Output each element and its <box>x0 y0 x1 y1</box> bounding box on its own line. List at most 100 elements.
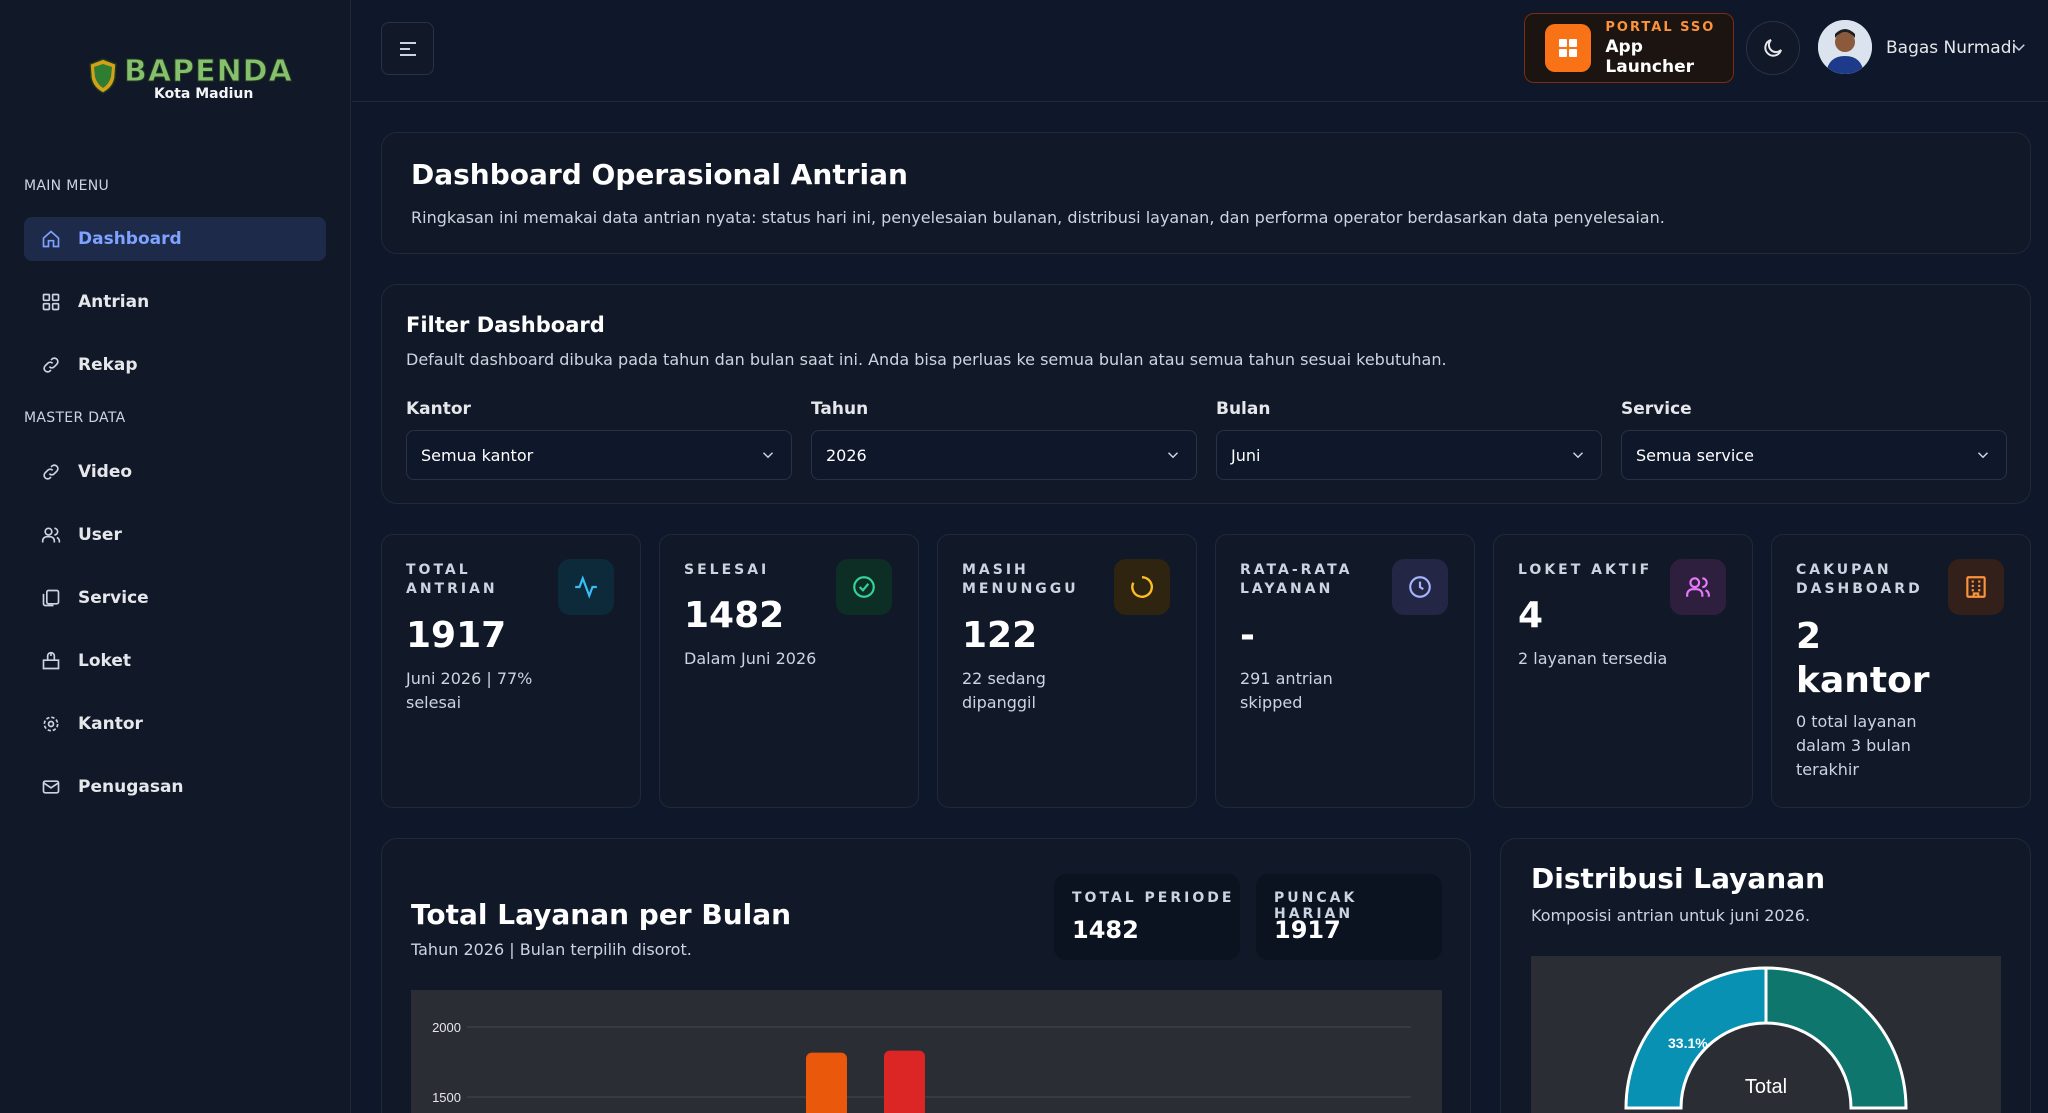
bar <box>884 1050 925 1113</box>
portal-label: PORTAL SSO <box>1605 19 1716 35</box>
sidebar-item-service[interactable]: Service <box>24 576 326 620</box>
sidebar-item-label: Antrian <box>78 292 150 312</box>
stat-note: Dalam Juni 2026 <box>684 649 817 668</box>
stat-card-selesai: SELESAI 1482 Dalam Juni 2026 <box>659 534 919 808</box>
clock-icon <box>1392 559 1448 615</box>
select-value: 2026 <box>826 445 867 465</box>
bar <box>806 1052 847 1113</box>
filter-subtitle: Default dashboard dibuka pada tahun dan … <box>406 350 1447 369</box>
stat-note: 291 antrian skipped <box>1240 669 1333 712</box>
select-value: Semua service <box>1636 445 1754 465</box>
sidebar-item-label: Penugasan <box>78 777 184 797</box>
sidebar-item-video[interactable]: Video <box>24 450 326 494</box>
menu-toggle-button[interactable] <box>381 22 434 75</box>
chevron-down-icon <box>762 452 774 459</box>
sidebar-item-loket[interactable]: Loket <box>24 639 326 683</box>
filter-title: Filter Dashboard <box>406 313 605 337</box>
stat-note: Juni 2026 | 77% selesai <box>406 669 533 712</box>
donut-svg: 33.1% Total <box>1624 966 1908 1110</box>
building-icon <box>1948 559 2004 615</box>
stat-value: 122 <box>962 615 1038 656</box>
sidebar-item-kantor[interactable]: Kantor <box>24 702 326 746</box>
sidebar-item-label: User <box>78 525 122 545</box>
stat-label: LOKET AKTIF <box>1518 562 1653 578</box>
sidebar-item-label: Loket <box>78 651 132 671</box>
sidebar-item-rekap[interactable]: Rekap <box>24 343 326 387</box>
distribution-donut-chart: 33.1% Total <box>1531 956 2001 1113</box>
sidebar-item-label: Kantor <box>78 714 143 734</box>
stat-label: TOTAL ANTRIAN <box>406 562 498 597</box>
sidebar: BAPENDA Kota Madiun MAIN MENU Dashboard … <box>0 0 351 1113</box>
stat-card-cakupan-dashboard: CAKUPAN DASHBOARD 2 kantor 0 total layan… <box>1771 534 2031 808</box>
y-tick-label: 2000 <box>432 1020 461 1035</box>
service-select[interactable]: Semua service <box>1621 430 2007 480</box>
chart-title: Total Layanan per Bulan <box>411 898 792 931</box>
stat-value: - <box>1240 615 1255 656</box>
sidebar-item-label: Dashboard <box>78 229 182 249</box>
select-value: Juni <box>1231 445 1261 465</box>
stat-label: RATA-RATA LAYANAN <box>1240 562 1353 597</box>
stat-card-masih-menunggu: MASIH MENUNGGU 122 22 sedang dipanggil <box>937 534 1197 808</box>
stat-value: 4 <box>1518 595 1544 636</box>
hero-card <box>381 132 2031 254</box>
stat-label: MASIH MENUNGGU <box>962 562 1079 597</box>
sidebar-item-label: Video <box>78 462 133 482</box>
shield-emblem-icon <box>89 58 117 94</box>
filter-label-bulan: Bulan <box>1216 399 1271 419</box>
stat-card-total-antrian: TOTAL ANTRIAN 1917 Juni 2026 | 77% seles… <box>381 534 641 808</box>
stat-card-loket-aktif: LOKET AKTIF 4 2 layanan tersedia <box>1493 534 1753 808</box>
distribution-title: Distribusi Layanan <box>1531 862 1826 895</box>
mail-icon <box>40 776 62 798</box>
avatar[interactable] <box>1818 20 1872 74</box>
stat-value: 1917 <box>406 615 507 656</box>
bar-chart-svg: 2000 1500 <box>432 1020 1411 1113</box>
select-value: Semua kantor <box>421 445 534 465</box>
theme-toggle-button[interactable] <box>1746 21 1800 75</box>
chevron-down-icon <box>1167 452 1179 459</box>
home-icon <box>40 228 62 250</box>
page-subtitle: Ringkasan ini memakai data antrian nyata… <box>411 208 1665 227</box>
stat-value: 2 kantor <box>1796 616 1930 701</box>
sidebar-item-label: Service <box>78 588 149 608</box>
users-icon <box>1670 559 1726 615</box>
sidebar-item-user[interactable]: User <box>24 513 326 557</box>
total-periode-label: TOTAL PERIODE <box>1072 890 1235 906</box>
apps-grid-icon <box>1545 24 1592 72</box>
user-name[interactable]: Bagas Nurmadi <box>1886 38 2016 58</box>
link-icon <box>40 354 62 376</box>
y-tick-label: 1500 <box>432 1090 461 1105</box>
puncak-harian-value: 1917 <box>1274 916 1341 944</box>
stat-card-rata-rata-layanan: RATA-RATA LAYANAN - 291 antrian skipped <box>1215 534 1475 808</box>
main-menu-label: MAIN MENU <box>24 178 110 194</box>
filter-label-tahun: Tahun <box>811 399 869 419</box>
stat-note: 2 layanan tersedia <box>1518 649 1668 668</box>
sidebar-item-dashboard[interactable]: Dashboard <box>24 217 326 261</box>
hamburger-icon <box>399 41 416 56</box>
kantor-select[interactable]: Semua kantor <box>406 430 792 480</box>
portal-sso-button[interactable]: PORTAL SSO App Launcher <box>1524 13 1734 83</box>
chevron-down-icon[interactable] <box>2010 38 2028 56</box>
sidebar-item-antrian[interactable]: Antrian <box>24 280 326 324</box>
tahun-select[interactable]: 2026 <box>811 430 1197 480</box>
gear-icon <box>40 713 62 735</box>
portal-title: App Launcher <box>1605 36 1694 77</box>
donut-slice-label: 33.1% <box>1668 1035 1708 1051</box>
grid-icon <box>40 291 62 313</box>
stat-note: 22 sedang dipanggil <box>962 669 1046 712</box>
logo[interactable]: BAPENDA Kota Madiun <box>88 52 292 104</box>
copy-icon <box>40 587 62 609</box>
sidebar-item-penugasan[interactable]: Penugasan <box>24 765 326 809</box>
filter-label-kantor: Kantor <box>406 399 471 419</box>
bulan-select[interactable]: Juni <box>1216 430 1602 480</box>
logo-subtext: Kota Madiun <box>154 86 254 102</box>
filter-label-service: Service <box>1621 399 1692 419</box>
distribution-subtitle: Komposisi antrian untuk juni 2026. <box>1531 906 1811 925</box>
puncak-harian-box: PUNCAK HARIAN 1917 <box>1256 874 1442 960</box>
stat-note: 0 total layanan dalam 3 bulan terakhir <box>1796 712 1917 779</box>
monthly-bar-chart: 2000 1500 <box>411 990 1442 1113</box>
total-periode-box: TOTAL PERIODE 1482 <box>1054 874 1240 960</box>
moon-icon <box>1764 39 1782 57</box>
check-circle-icon <box>836 559 892 615</box>
users-icon <box>40 524 62 546</box>
loading-icon <box>1114 559 1170 615</box>
